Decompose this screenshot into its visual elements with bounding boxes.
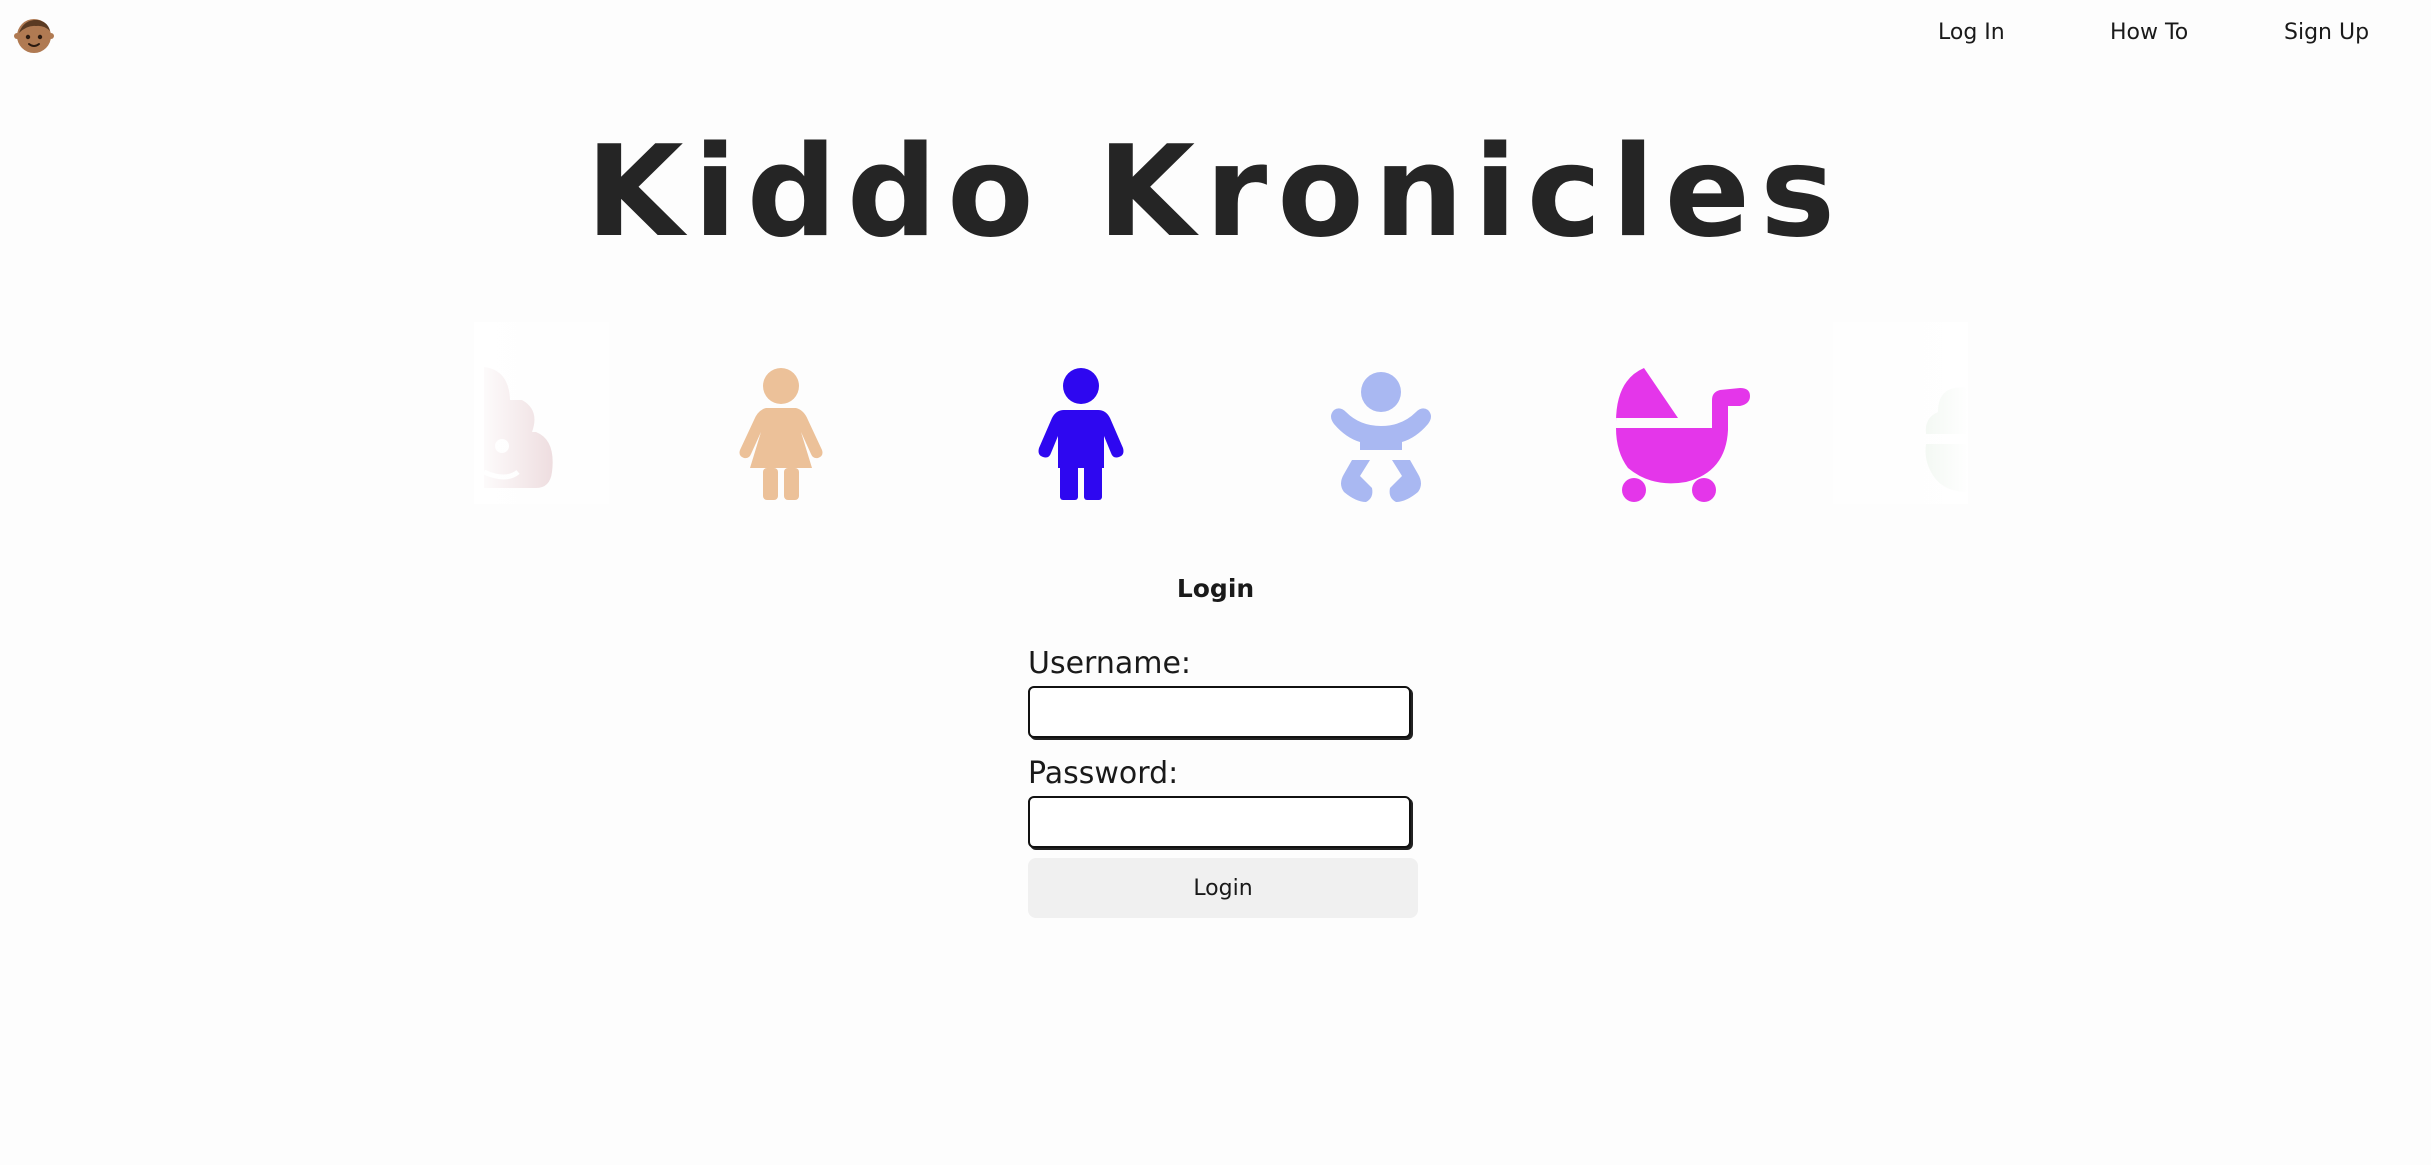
icon-carousel [474,322,1968,504]
login-button[interactable]: Login [1028,858,1418,918]
username-input[interactable] [1028,686,1411,738]
username-label: Username: [1028,646,1192,681]
girl-icon [736,322,826,504]
password-input[interactable] [1028,796,1411,848]
stroller-icon [1608,322,1758,504]
password-label: Password: [1028,756,1179,791]
ice-cream-icon [1908,322,1968,504]
page: Log In How To Sign Up Kiddo Kronicles Lo… [0,0,2431,1165]
baby-icon [1326,322,1436,504]
login-heading: Login [1176,574,1255,603]
boy-icon [1036,322,1126,504]
nav-how-to-link[interactable]: How To [2110,20,2188,45]
baby-face-icon[interactable] [14,16,54,56]
site-title: Kiddo Kronicles [585,118,1846,265]
login-form: Username: Password: Login [1028,644,1418,918]
top-nav: Log In How To Sign Up [1938,20,2431,52]
poop-icon [474,322,564,504]
nav-sign-up-link[interactable]: Sign Up [2284,20,2369,45]
nav-log-in-link[interactable]: Log In [1938,20,2005,45]
